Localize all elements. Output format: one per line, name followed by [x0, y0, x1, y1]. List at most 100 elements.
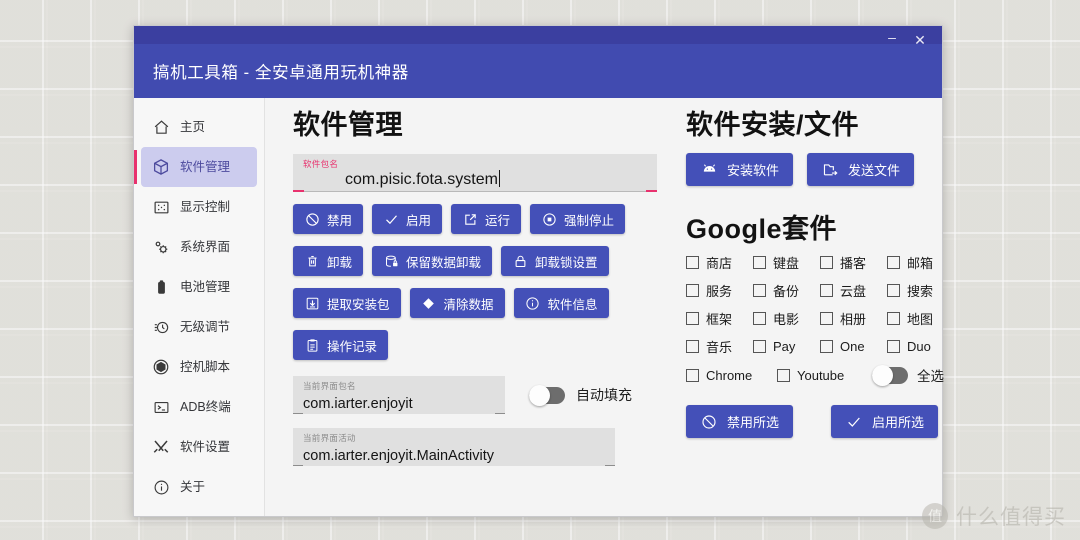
sidebar: 主页 软件管理 显示控制 系统界面 电池管理 无级调节 控机脚本 ADB终端 软…	[134, 98, 265, 516]
package-name-value: com.pisic.fota.system	[345, 170, 500, 188]
operation-log-button[interactable]: 操作记录	[293, 330, 389, 360]
checkbox-search[interactable]: 搜索	[887, 281, 954, 300]
checkbox-box[interactable]	[887, 284, 900, 297]
checkbox-backup[interactable]: 备份	[753, 281, 820, 300]
button-label: 操作记录	[327, 339, 378, 354]
checkbox-row: 商店 键盘 播客 邮箱	[686, 253, 954, 272]
checkbox-label: Duo	[907, 339, 931, 354]
checkbox-box[interactable]	[820, 340, 833, 353]
checkbox-box[interactable]	[820, 256, 833, 269]
keep-data-uninstall-button[interactable]: 保留数据卸载	[372, 246, 493, 276]
checkbox-maps[interactable]: 地图	[887, 309, 954, 328]
sidebar-item-stepless-adjust[interactable]: 无级调节	[141, 307, 257, 347]
checkbox-label: 地图	[907, 312, 934, 327]
info-circle-icon	[525, 295, 541, 311]
enable-selected-button[interactable]: 启用所选	[831, 405, 939, 438]
app-window: 搞机工具箱 - 全安卓通用玩机神器 – ✕ 主页 软件管理 显示控制 系统界面 …	[133, 25, 944, 517]
checkbox-label: 备份	[773, 284, 800, 299]
toggle-knob	[872, 364, 893, 386]
checkbox-box[interactable]	[753, 312, 766, 325]
checkbox-box[interactable]	[753, 256, 766, 269]
checkbox-label: Youtube	[797, 367, 845, 383]
tools-icon	[150, 436, 172, 458]
run-button[interactable]: 运行	[451, 204, 522, 234]
current-activity-input[interactable]: 当前界面活动 com.iarter.enjoyit.MainActivity	[293, 428, 615, 466]
uninstall-lock-settings-button[interactable]: 卸载锁设置	[501, 246, 609, 276]
checkbox-mail[interactable]: 邮箱	[887, 253, 954, 272]
package-name-input[interactable]: 软件包名 com.pisic.fota.system	[293, 154, 657, 192]
checkbox-box[interactable]	[753, 340, 766, 353]
install-google-panel: 软件安装/文件 安装软件 发送文件 Google套件 商店 键盘 播客 邮箱 服…	[657, 112, 954, 516]
checkbox-photos[interactable]: 相册	[820, 309, 887, 328]
action-buttons-row-2: 卸载 保留数据卸载 卸载锁设置	[293, 246, 657, 276]
sidebar-item-home[interactable]: 主页	[141, 107, 257, 147]
checkbox-framework[interactable]: 框架	[686, 309, 753, 328]
current-package-input[interactable]: 当前界面包名 com.iarter.enjoyit	[293, 376, 505, 414]
send-file-button[interactable]: 发送文件	[807, 153, 915, 186]
select-all-toggle[interactable]	[872, 364, 908, 386]
clear-data-button[interactable]: 清除数据	[409, 288, 505, 318]
checkbox-box[interactable]	[887, 312, 900, 325]
checkbox-box[interactable]	[686, 284, 699, 297]
checkbox-row-last: Chrome Youtube 全选	[686, 364, 954, 386]
button-label: 安装软件	[727, 163, 780, 178]
current-activity-label: 当前界面活动	[303, 433, 356, 443]
sidebar-item-label: 系统界面	[180, 239, 231, 254]
focus-accent-left	[293, 190, 304, 192]
button-label: 提取安装包	[327, 297, 390, 312]
checkbox-music[interactable]: 音乐	[686, 337, 753, 356]
clock-icon	[150, 316, 172, 338]
sidebar-item-adb-terminal[interactable]: ADB终端	[141, 387, 257, 427]
checkbox-box[interactable]	[753, 284, 766, 297]
checkbox-box[interactable]	[686, 368, 699, 382]
sidebar-item-control-script[interactable]: 控机脚本	[141, 347, 257, 387]
checkbox-drive[interactable]: 云盘	[820, 281, 887, 300]
checkbox-box[interactable]	[777, 368, 790, 382]
disable-button[interactable]: 禁用	[293, 204, 364, 234]
button-label: 卸载锁设置	[535, 255, 598, 270]
checkbox-podcast[interactable]: 播客	[820, 253, 887, 272]
sidebar-item-display-control[interactable]: 显示控制	[141, 187, 257, 227]
sidebar-item-system-ui[interactable]: 系统界面	[141, 227, 257, 267]
checkbox-chrome[interactable]: Chrome	[686, 368, 777, 383]
checkbox-box[interactable]	[820, 284, 833, 297]
package-name-label: 软件包名	[303, 159, 339, 169]
install-software-button[interactable]: 安装软件	[686, 153, 794, 186]
checkbox-services[interactable]: 服务	[686, 281, 753, 300]
minimize-button[interactable]: –	[878, 27, 906, 53]
lock-icon	[512, 253, 528, 269]
sidebar-item-label: 电池管理	[180, 279, 231, 294]
checkbox-label: 电影	[773, 312, 800, 327]
checkbox-keyboard[interactable]: 键盘	[753, 253, 820, 272]
disable-selected-button[interactable]: 禁用所选	[686, 405, 794, 438]
checkbox-box[interactable]	[686, 312, 699, 325]
uninstall-button[interactable]: 卸载	[293, 246, 364, 276]
checkbox-box[interactable]	[820, 312, 833, 325]
trash-icon	[304, 253, 320, 269]
checkbox-duo[interactable]: Duo	[887, 339, 954, 354]
checkbox-pay[interactable]: Pay	[753, 339, 820, 354]
enable-button[interactable]: 启用	[372, 204, 443, 234]
close-button[interactable]: ✕	[906, 27, 934, 53]
extract-apk-button[interactable]: 提取安装包	[293, 288, 401, 318]
checkbox-store[interactable]: 商店	[686, 253, 753, 272]
sidebar-item-software-settings[interactable]: 软件设置	[141, 427, 257, 467]
sidebar-item-about[interactable]: 关于	[141, 467, 257, 507]
sidebar-item-label: 软件管理	[180, 159, 231, 174]
checkbox-movies[interactable]: 电影	[753, 309, 820, 328]
select-all-label: 全选	[917, 369, 944, 384]
checkbox-youtube[interactable]: Youtube	[777, 368, 868, 383]
checkbox-row: 服务 备份 云盘 搜索	[686, 281, 954, 300]
sidebar-item-software-manage[interactable]: 软件管理	[134, 147, 257, 187]
checkbox-box[interactable]	[686, 256, 699, 269]
checkbox-box[interactable]	[887, 340, 900, 353]
autofill-toggle[interactable]	[529, 384, 565, 406]
checkbox-one[interactable]: One	[820, 339, 887, 354]
checkbox-label: 相册	[840, 312, 867, 327]
software-info-button[interactable]: 软件信息	[513, 288, 609, 318]
force-stop-button[interactable]: 强制停止	[530, 204, 626, 234]
hexagon-icon	[150, 356, 172, 378]
sidebar-item-battery[interactable]: 电池管理	[141, 267, 257, 307]
checkbox-box[interactable]	[686, 340, 699, 353]
checkbox-box[interactable]	[887, 256, 900, 269]
